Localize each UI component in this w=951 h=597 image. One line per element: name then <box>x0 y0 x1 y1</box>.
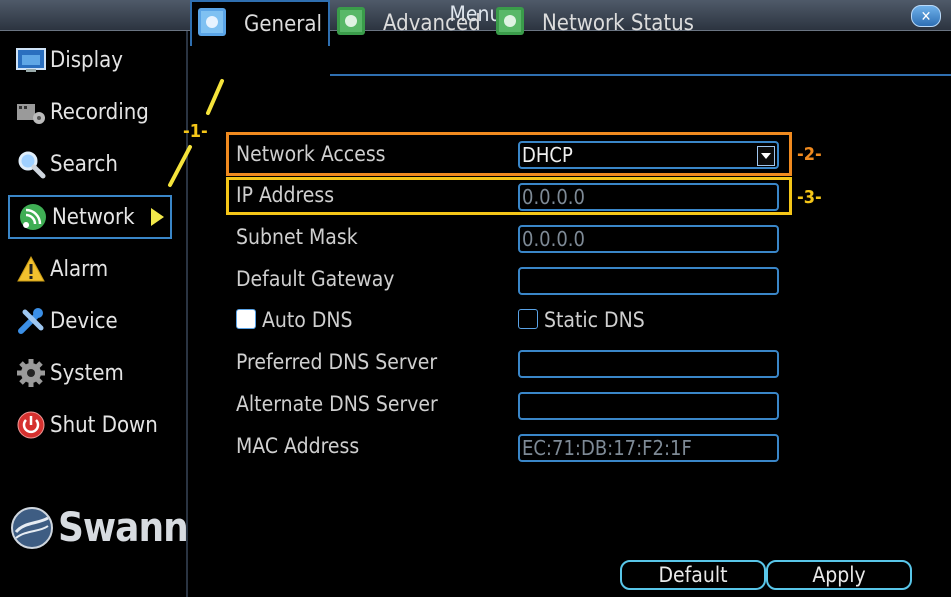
sidebar-item-system[interactable]: System <box>8 351 172 395</box>
annotation-label-3: -3- <box>797 187 822 208</box>
apply-button[interactable]: Apply <box>766 560 912 590</box>
tab-network-status[interactable]: Network Status <box>494 0 694 46</box>
annotation-box-3 <box>226 177 792 215</box>
annotation-label-2: -2- <box>797 144 822 165</box>
tab-label: Network Status <box>542 10 694 36</box>
annotation-label-1: -1- <box>183 121 208 142</box>
close-button[interactable]: ✕ <box>911 5 941 27</box>
alarm-icon <box>14 252 48 286</box>
recording-icon <box>14 95 48 129</box>
mac-address-label: MAC Address <box>236 434 360 458</box>
network-icon <box>16 200 50 234</box>
display-icon <box>14 43 48 77</box>
device-icon <box>14 304 48 338</box>
sidebar-item-label: Shut Down <box>50 412 158 438</box>
auto-dns-label: Auto DNS <box>262 308 353 332</box>
default-gateway-field[interactable] <box>518 267 779 295</box>
swann-logo: Swann <box>10 505 189 551</box>
sidebar-item-label: Search <box>50 151 118 177</box>
mac-address-field: EC:71:DB:17:F2:1F <box>518 434 779 462</box>
checkbox-icon <box>518 309 538 329</box>
sidebar-item-label: Network <box>52 204 135 230</box>
sidebar-item-label: System <box>50 360 124 386</box>
alternate-dns-field[interactable] <box>518 392 779 420</box>
general-tab-icon <box>196 5 230 43</box>
default-gateway-label: Default Gateway <box>236 267 395 291</box>
sidebar-item-label: Display <box>50 47 123 73</box>
annotation-box-2 <box>226 132 792 176</box>
subnet-mask-label: Subnet Mask <box>236 225 358 249</box>
sidebar-item-label: Alarm <box>50 256 109 282</box>
tab-underline <box>330 74 951 76</box>
sidebar-item-label: Device <box>50 308 118 334</box>
sidebar-item-device[interactable]: Device <box>8 299 172 343</box>
sidebar-item-shutdown[interactable]: Shut Down <box>8 403 172 447</box>
tab-label: Advanced <box>383 10 481 36</box>
sidebar-item-alarm[interactable]: Alarm <box>8 247 172 291</box>
network-status-tab-icon <box>494 4 528 42</box>
close-icon: ✕ <box>920 9 932 25</box>
logo-text: Swann <box>58 505 189 551</box>
subnet-mask-field[interactable]: 0.0.0.0 <box>518 225 779 253</box>
swann-logo-icon <box>11 507 53 549</box>
default-button[interactable]: Default <box>620 560 766 590</box>
tab-general[interactable]: General <box>190 0 330 46</box>
tab-advanced[interactable]: Advanced <box>335 0 485 46</box>
checkbox-icon <box>236 309 256 329</box>
preferred-dns-field[interactable] <box>518 350 779 378</box>
static-dns-checkbox[interactable]: Static DNS <box>518 308 645 332</box>
arrow-right-icon <box>151 208 164 226</box>
sidebar-item-search[interactable]: Search <box>8 142 172 186</box>
sidebar-item-label: Recording <box>50 99 149 125</box>
sidebar-item-recording[interactable]: Recording <box>8 90 172 134</box>
sidebar-item-display[interactable]: Display <box>8 38 172 82</box>
shutdown-icon <box>14 408 48 442</box>
system-icon <box>14 356 48 390</box>
advanced-tab-icon <box>335 4 369 42</box>
auto-dns-checkbox[interactable]: Auto DNS <box>236 308 353 332</box>
tab-label: General <box>244 11 323 37</box>
preferred-dns-label: Preferred DNS Server <box>236 350 438 374</box>
search-icon <box>14 147 48 181</box>
sidebar-item-network[interactable]: Network <box>8 195 172 239</box>
static-dns-label: Static DNS <box>544 308 645 332</box>
alternate-dns-label: Alternate DNS Server <box>236 392 438 416</box>
